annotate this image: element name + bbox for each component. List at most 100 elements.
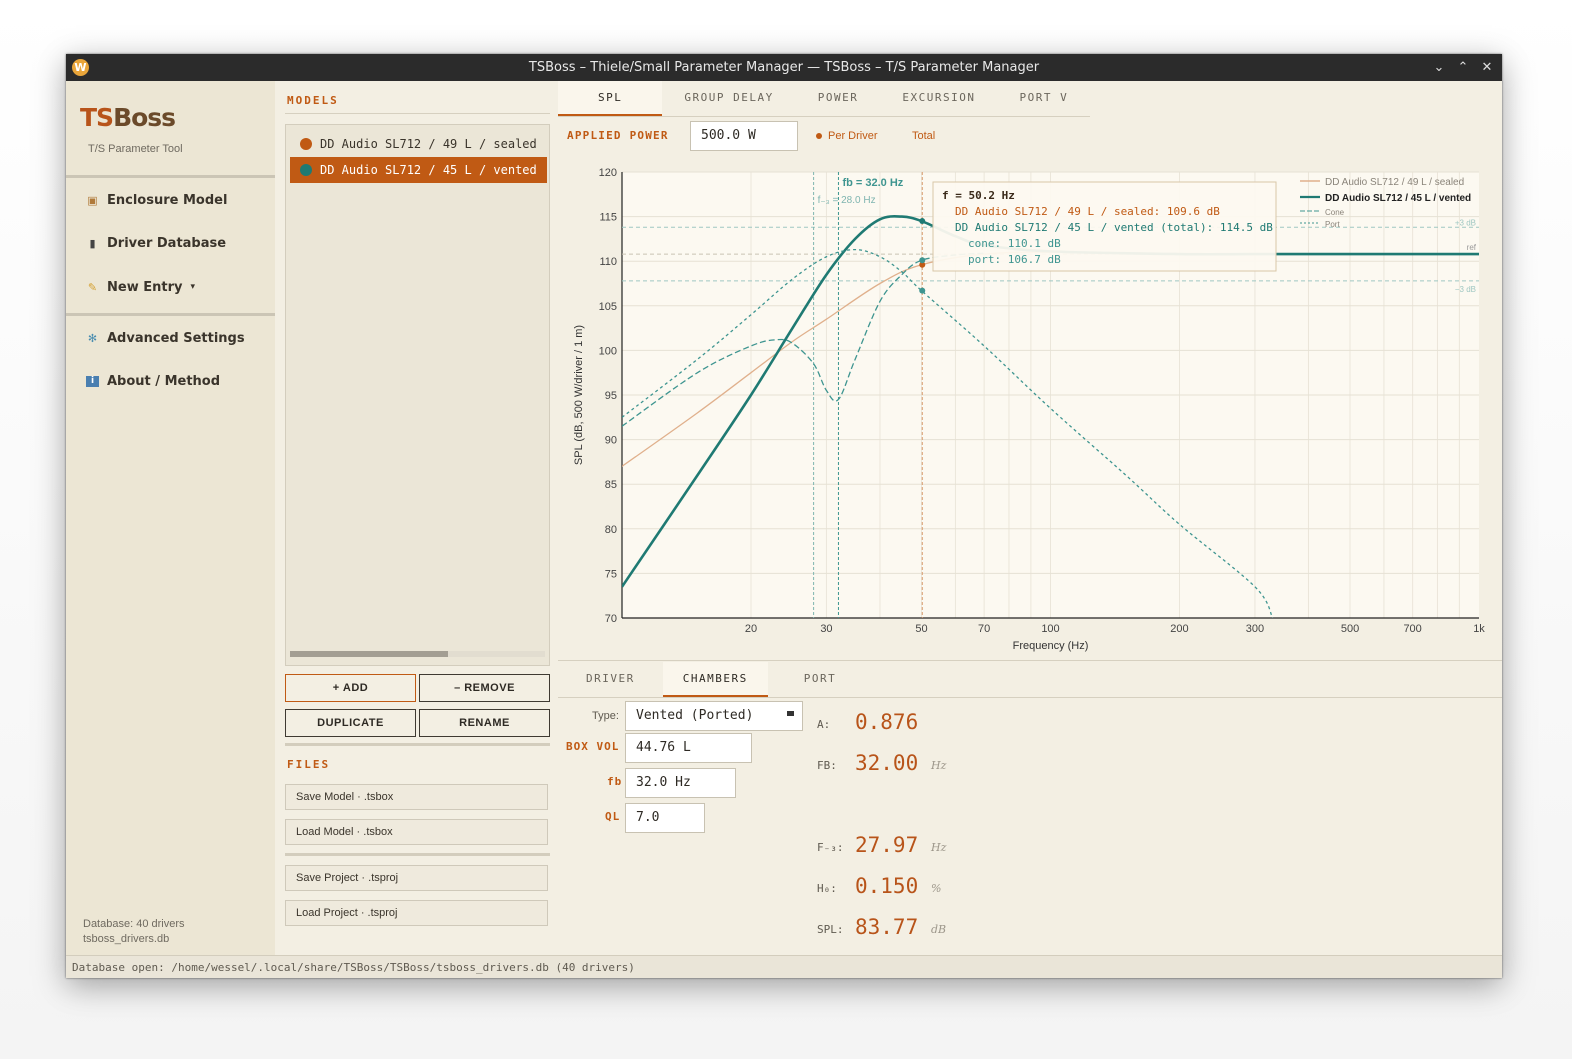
save-project-button[interactable]: Save Project · .tsproj — [285, 865, 548, 891]
save-model-button[interactable]: Save Model · .tsbox — [285, 784, 548, 810]
ql-input[interactable]: 7.0 — [625, 803, 705, 833]
rename-button[interactable]: RENAME — [419, 709, 550, 737]
tooltip-line-cone: cone: 110.1 dB — [968, 237, 1061, 250]
main-area: SPL GROUP DELAY POWER EXCURSION PORT V A… — [558, 81, 1502, 955]
box-vol-input[interactable]: 44.76 L — [625, 733, 752, 763]
result-spl-unit: dB — [931, 923, 947, 936]
box-icon: ▣ — [87, 193, 98, 207]
tab-port[interactable]: PORT — [768, 662, 873, 695]
tooltip-line-sealed: DD Audio SL712 / 49 L / sealed: 109.6 dB — [955, 205, 1220, 218]
x-tick-label: 300 — [1246, 623, 1264, 635]
tooltip-title: f = 50.2 Hz — [942, 189, 1015, 202]
model-label: DD Audio SL712 / 49 L / sealed — [320, 137, 537, 151]
total-radio[interactable]: Total — [912, 130, 935, 142]
database-icon: ▮ — [89, 236, 96, 250]
y-tick-label: 70 — [605, 613, 617, 625]
sidebar-divider — [66, 175, 275, 178]
sidebar-item-about[interactable]: i About / Method — [86, 368, 220, 394]
db-count: Database: 40 drivers — [83, 918, 185, 930]
tab-group-delay[interactable]: GROUP DELAY — [662, 81, 795, 114]
section-divider — [285, 853, 550, 856]
sidebar-item-enclosure-model[interactable]: ▣ Enclosure Model — [86, 187, 227, 213]
legend-label: Cone — [1325, 208, 1345, 217]
y-tick-label: 85 — [605, 479, 617, 491]
add-button[interactable]: + ADD — [285, 674, 416, 702]
f3-label: f₋₃ = 28.0 Hz — [818, 195, 876, 206]
result-h0-label: H₀: — [817, 882, 837, 895]
cursor-marker — [919, 257, 926, 264]
cursor-marker — [919, 218, 926, 225]
legend-label: DD Audio SL712 / 45 L / vented — [1325, 193, 1471, 204]
sidebar-item-label: Driver Database — [107, 235, 227, 251]
sidebar-item-new-entry[interactable]: ✎ New Entry ▾ — [86, 274, 195, 300]
tab-excursion[interactable]: EXCURSION — [880, 81, 997, 114]
section-divider — [558, 660, 1502, 661]
type-label: Type: — [592, 710, 619, 722]
fb-label: fb = 32.0 Hz — [842, 177, 903, 189]
app-icon: W — [72, 59, 89, 76]
fb-input[interactable]: 32.0 Hz — [625, 768, 736, 798]
result-spl-value: 83.77 — [855, 915, 919, 939]
x-tick-label: 500 — [1341, 623, 1359, 635]
result-h0-value: 0.150 — [855, 874, 919, 898]
box-vol-label: BOX VOL — [566, 740, 620, 753]
maximize-icon[interactable]: ⌃ — [1456, 54, 1470, 81]
y-axis-label: SPL (dB, 500 W/driver / 1 m) — [573, 325, 585, 465]
tab-spl[interactable]: SPL — [558, 81, 663, 116]
list-item[interactable]: DD Audio SL712 / 49 L / sealed — [290, 131, 547, 157]
list-item[interactable]: DD Audio SL712 / 45 L / vented — [290, 157, 547, 183]
y-tick-label: 75 — [605, 568, 617, 580]
result-fb-label: FB: — [817, 759, 837, 772]
enclosure-type-select[interactable]: Vented (Ported) — [625, 701, 803, 731]
result-fb-value: 32.00 — [855, 751, 919, 775]
per-driver-radio[interactable]: Per Driver — [816, 130, 878, 142]
model-list[interactable]: DD Audio SL712 / 49 L / sealed DD Audio … — [285, 124, 550, 666]
result-f3-label: F₋₃: — [817, 841, 844, 854]
x-tick-label: 100 — [1041, 623, 1059, 635]
ref-label: ref — [1467, 243, 1477, 252]
load-model-button[interactable]: Load Model · .tsbox — [285, 819, 548, 845]
y-tick-label: 100 — [599, 345, 617, 357]
x-tick-label: 20 — [745, 623, 757, 635]
x-tick-label: 200 — [1170, 623, 1188, 635]
result-a-value: 0.876 — [855, 710, 919, 734]
models-title: MODELS — [287, 94, 339, 107]
files-title: FILES — [287, 758, 331, 771]
cursor-marker — [919, 287, 926, 294]
spl-chart[interactable]: 70 75 80 85 90 95 100 105 110 115 120 20 30 50 70 100 20… — [558, 159, 1502, 659]
app-window: W TSBoss – Thiele/Small Parameter Manage… — [66, 54, 1502, 978]
tab-port-v[interactable]: PORT V — [997, 81, 1090, 114]
plot-tabs: SPL GROUP DELAY POWER EXCURSION PORT V — [558, 81, 1091, 117]
legend-label: DD Audio SL712 / 49 L / sealed — [1325, 177, 1464, 188]
x-tick-label: 50 — [915, 623, 927, 635]
y-tick-label: 115 — [599, 212, 617, 224]
result-fb-unit: Hz — [931, 759, 947, 772]
result-f3-unit: Hz — [931, 841, 947, 854]
scrollbar-thumb[interactable] — [290, 651, 448, 657]
sidebar-divider — [66, 313, 275, 316]
duplicate-button[interactable]: DUPLICATE — [285, 709, 416, 737]
tab-chambers[interactable]: CHAMBERS — [662, 662, 768, 697]
y-tick-label: 95 — [605, 390, 617, 402]
tab-power[interactable]: POWER — [796, 81, 881, 114]
tab-driver[interactable]: DRIVER — [558, 662, 663, 695]
applied-power-label: APPLIED POWER — [567, 129, 669, 142]
remove-button[interactable]: – REMOVE — [419, 674, 550, 702]
section-divider — [285, 113, 550, 114]
y-tick-label: 105 — [599, 301, 617, 313]
sidebar-item-driver-database[interactable]: ▮ Driver Database — [86, 230, 226, 256]
x-tick-label: 30 — [820, 623, 832, 635]
applied-power-input[interactable]: 500.0 W — [690, 121, 798, 151]
load-project-button[interactable]: Load Project · .tsproj — [285, 900, 548, 926]
radio-selected-icon — [816, 133, 822, 139]
y-tick-label: 120 — [599, 167, 617, 179]
plus3-label: +3 dB — [1455, 218, 1476, 227]
minimize-icon[interactable]: ⌄ — [1432, 54, 1446, 81]
tooltip-line-port: port: 106.7 dB — [968, 253, 1061, 266]
horizontal-scrollbar[interactable] — [290, 651, 545, 657]
sidebar-item-advanced-settings[interactable]: ✻ Advanced Settings — [86, 325, 245, 351]
status-bar: Database open: /home/wessel/.local/share… — [66, 955, 1502, 978]
radio-label: Total — [912, 130, 936, 142]
close-icon[interactable]: ✕ — [1480, 54, 1494, 81]
legend-label: Port — [1325, 220, 1340, 229]
